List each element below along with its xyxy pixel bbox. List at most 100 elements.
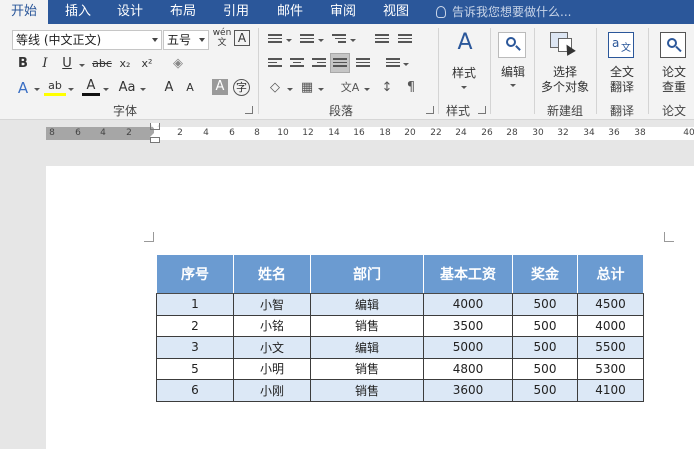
shrink-font-button[interactable]: A [183,78,197,98]
tab-design[interactable]: 设计 [104,0,156,24]
table-cell[interactable]: 5500 [577,336,644,359]
paper-check-label-1[interactable]: 论文 [654,65,694,80]
chevron-down-icon[interactable] [318,88,324,91]
tab-view[interactable]: 视图 [370,0,422,24]
phonetic-guide-icon[interactable]: wén 文 [212,28,232,48]
chevron-down-icon[interactable] [286,39,292,42]
translate-label-1[interactable]: 全文 [602,65,642,80]
table-cell[interactable]: 销售 [310,379,424,402]
find-icon[interactable] [498,32,526,58]
decrease-indent-icon[interactable] [375,34,389,46]
table-cell[interactable]: 6 [156,379,234,402]
subscript-button[interactable]: x₂ [116,54,134,74]
column-header[interactable]: 部门 [310,254,424,294]
chevron-down-icon[interactable] [68,88,74,91]
enclose-characters-button[interactable]: 字 [233,79,250,96]
borders-icon[interactable]: ▦ [298,78,316,98]
font-dialog-launcher-icon[interactable] [245,106,253,114]
column-header[interactable]: 序号 [156,254,234,294]
tell-me-search[interactable]: 告诉我您想要做什么... [436,0,571,24]
right-indent-marker-icon[interactable] [657,132,667,140]
table-cell[interactable]: 小刚 [233,379,311,402]
chevron-down-icon[interactable] [350,39,356,42]
chevron-down-icon[interactable] [461,86,467,89]
select-objects-icon[interactable] [550,32,576,58]
line-spacing-icon[interactable] [386,58,400,70]
chevron-down-icon[interactable] [199,38,205,42]
underline-button[interactable]: U [58,54,76,74]
table-cell[interactable]: 3500 [423,314,513,337]
numbering-icon[interactable] [300,34,314,46]
asian-layout-icon[interactable]: 文A [340,78,360,98]
table-cell[interactable]: 编辑 [310,293,424,316]
tab-home[interactable]: 开始 [0,0,48,24]
text-effects-button[interactable]: A [14,78,32,98]
table-cell[interactable]: 2 [156,314,234,337]
select-objects-label-1[interactable]: 选择 [538,65,592,80]
highlight-button[interactable]: ab [44,78,66,96]
table-cell[interactable]: 500 [512,357,578,380]
paragraph-dialog-launcher-icon[interactable] [426,106,434,114]
table-cell[interactable]: 4800 [423,357,513,380]
character-shading-button[interactable]: A [212,79,228,95]
salary-table[interactable]: 序号 姓名 部门 基本工资 奖金 总计 1 小智 编辑 4000 500 450… [156,254,644,402]
font-size-combo[interactable]: 五号 [163,30,209,50]
strikethrough-button[interactable]: abc [90,54,114,74]
clear-formatting-icon[interactable]: ◈ [168,54,188,74]
italic-button[interactable]: I [36,54,54,74]
font-name-combo[interactable]: 等线 (中文正文) [12,30,162,50]
table-cell[interactable]: 4100 [577,379,644,402]
show-marks-icon[interactable]: ¶ [404,78,418,98]
superscript-button[interactable]: x² [138,54,156,74]
translate-label-2[interactable]: 翻译 [602,80,642,95]
table-cell[interactable]: 500 [512,293,578,316]
chevron-down-icon[interactable] [287,88,293,91]
align-left-icon[interactable] [268,58,282,70]
tab-insert[interactable]: 插入 [52,0,104,24]
select-objects-label-2[interactable]: 多个对象 [538,80,592,95]
column-header[interactable]: 奖金 [512,254,578,294]
column-header[interactable]: 姓名 [233,254,311,294]
column-header[interactable]: 总计 [577,254,644,294]
plagiarism-check-icon[interactable] [660,32,686,58]
table-cell[interactable]: 销售 [310,357,424,380]
styles-dialog-launcher-icon[interactable] [478,106,486,114]
table-cell[interactable]: 小明 [233,357,311,380]
table-cell[interactable]: 3600 [423,379,513,402]
character-border-icon[interactable]: A [234,30,250,46]
chevron-down-icon[interactable] [403,63,409,66]
tab-layout[interactable]: 布局 [157,0,209,24]
chevron-down-icon[interactable] [34,88,40,91]
bullets-icon[interactable] [268,34,282,46]
chevron-down-icon[interactable] [364,88,370,91]
align-right-icon[interactable] [312,58,326,70]
paper-check-label-2[interactable]: 查重 [654,80,694,95]
align-center-icon[interactable] [290,58,304,70]
chevron-down-icon[interactable] [152,38,158,42]
tab-references[interactable]: 引用 [210,0,262,24]
table-cell[interactable]: 销售 [310,314,424,337]
chevron-down-icon[interactable] [510,84,516,87]
table-cell[interactable]: 小铭 [233,314,311,337]
bold-button[interactable]: B [14,54,32,74]
shading-icon[interactable]: ◇ [266,78,284,98]
table-cell[interactable]: 5000 [423,336,513,359]
font-color-button[interactable]: A [82,78,100,96]
chevron-down-icon[interactable] [79,64,85,67]
horizontal-ruler[interactable]: 8 6 4 2 2 4 6 8 10 12 14 16 18 20 22 24 … [0,120,694,146]
table-cell[interactable]: 小文 [233,336,311,359]
table-cell[interactable]: 小智 [233,293,311,316]
multilevel-list-icon[interactable] [332,34,346,46]
indent-marker-icon[interactable] [150,123,160,143]
distributed-icon[interactable] [356,58,370,70]
chevron-down-icon[interactable] [318,39,324,42]
table-cell[interactable]: 5300 [577,357,644,380]
table-cell[interactable]: 4000 [423,293,513,316]
sort-icon[interactable]: ↕ [380,78,394,98]
edit-button-label[interactable]: 编辑 [494,65,532,80]
table-cell[interactable]: 3 [156,336,234,359]
tab-review[interactable]: 审阅 [317,0,369,24]
increase-indent-icon[interactable] [398,34,412,46]
table-cell[interactable]: 1 [156,293,234,316]
table-cell[interactable]: 500 [512,379,578,402]
